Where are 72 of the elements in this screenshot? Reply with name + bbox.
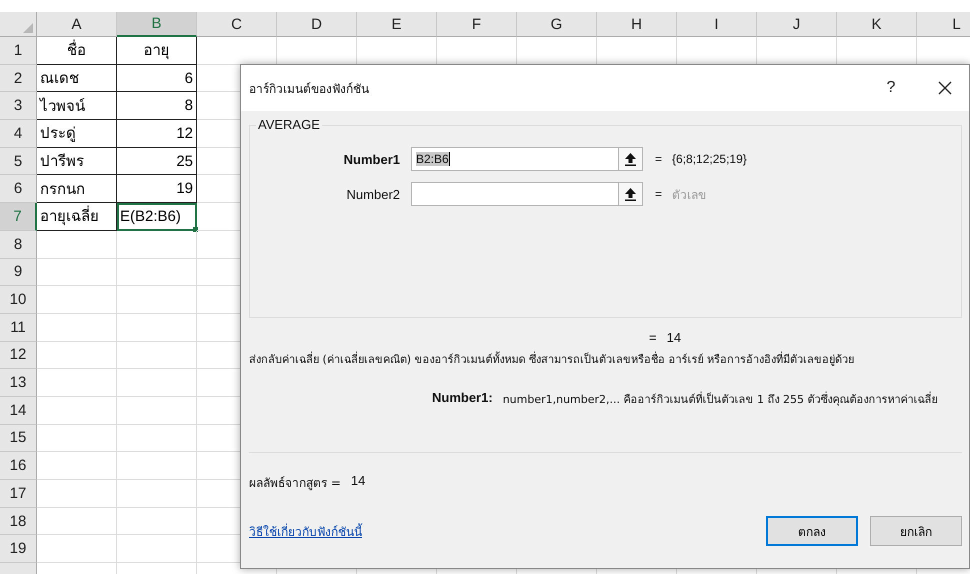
table-cell: กรกนก [37, 175, 117, 204]
table-cell: 12 [117, 120, 197, 148]
row-header[interactable]: 17 [0, 480, 37, 508]
row-header[interactable]: 1 [0, 37, 37, 65]
table-cell: อายุเฉลี่ย [37, 203, 117, 231]
table-cell: 19 [117, 175, 197, 204]
column-header[interactable]: F [437, 12, 517, 37]
argument-label: Number1 [342, 152, 401, 166]
row-header[interactable]: 6 [0, 175, 37, 204]
dialog-button[interactable]: ตกลง [766, 516, 858, 546]
row-header[interactable]: 11 [0, 314, 37, 342]
column-header[interactable]: C [197, 12, 277, 37]
function-result: 14 [666, 330, 682, 345]
collapse-button[interactable] [619, 147, 643, 171]
column-header[interactable]: A [37, 12, 117, 37]
row-header[interactable]: 9 [0, 258, 37, 286]
formula-result-value: 14 [350, 473, 366, 490]
table-cell: ประดู่ [37, 120, 117, 148]
row-header[interactable]: 18 [0, 508, 37, 536]
table-cell: E(B2:B6) [117, 203, 197, 231]
table-cell: ชื่อ [37, 37, 117, 65]
row-header[interactable]: 16 [0, 452, 37, 480]
help-link[interactable]: วิธีใช้เกี่ยวกับฟังก์ชันนี้ [249, 522, 362, 540]
table-cell: ปารีพร [37, 148, 117, 176]
row-header[interactable]: 12 [0, 342, 37, 370]
dialog-title: อาร์กิวเมนต์ของฟังก์ชัน [249, 80, 370, 98]
column-header[interactable]: D [277, 12, 357, 37]
row-header[interactable]: 8 [0, 230, 37, 258]
column-header[interactable]: E [357, 12, 437, 37]
dialog-button[interactable]: ยกเลิก [870, 516, 962, 546]
column-header[interactable]: G [517, 12, 597, 37]
column-header[interactable]: H [597, 12, 677, 37]
table-cell: ไวพจน์ [37, 92, 117, 120]
argument-help-text: number1,number2,... คืออาร์กิวเมนต์ที่เป็นตัวเลข 1 ถึง 255 ตัวซึ่งคุณต้องการหาค่าเฉลี่ย [502, 390, 938, 408]
equals-sign: = [649, 330, 657, 345]
row-header[interactable]: 10 [0, 286, 37, 314]
argument-field[interactable] [411, 182, 619, 206]
arrow-up-icon [625, 152, 636, 166]
row-header[interactable]: 2 [0, 64, 37, 92]
argument-help-label: Number1: [432, 390, 493, 405]
equals-sign: = [655, 152, 662, 166]
column-header[interactable]: B [117, 12, 197, 37]
function-description: ส่งกลับค่าเฉลี่ย (ค่าเฉลี่ยเลขคณิต) ของอาร์กิวเมนต์ทั้งหมด ซึ่งสามารถเป็นตัวเลขหรือชื่อ อาร์เรย์ หรือการอ้างอิงที่มีตัวเลขอยู่ด้วย [249, 350, 856, 368]
select-all-icon[interactable] [23, 23, 33, 33]
row-header[interactable]: 13 [0, 369, 37, 397]
formula-result-label: ผลลัพธ์จากสูตร = [249, 475, 341, 492]
arrow-up-icon [625, 188, 636, 200]
help-button[interactable]: ? [867, 68, 915, 108]
table-cell: 25 [117, 148, 197, 176]
column-header[interactable]: J [757, 12, 837, 37]
column-header[interactable]: I [677, 12, 757, 37]
table-cell: อายุ [117, 37, 197, 65]
close-icon [938, 81, 952, 95]
argument-result: ตัวเลข [672, 186, 706, 204]
row-header[interactable]: 7 [0, 203, 37, 231]
row-header[interactable]: 5 [0, 148, 37, 176]
table-cell: ณเดช [37, 64, 117, 92]
row-header[interactable]: 3 [0, 92, 37, 120]
row-header[interactable]: 15 [0, 424, 37, 452]
collapse-button[interactable] [619, 182, 643, 206]
row-header[interactable]: 4 [0, 120, 37, 148]
column-header[interactable]: L [917, 12, 970, 37]
argument-label: Number2 [346, 186, 401, 202]
row-header[interactable]: 14 [0, 396, 37, 425]
table-cell: 6 [117, 64, 197, 92]
argument-field[interactable]: B2:B6 [411, 147, 619, 171]
table-cell: 8 [117, 92, 197, 120]
column-header[interactable]: K [837, 12, 917, 37]
row-header[interactable]: 19 [0, 535, 37, 564]
argument-result: {6;8;12;25;19} [672, 152, 747, 166]
function-name: AVERAGE [256, 117, 322, 132]
equals-sign: = [655, 187, 662, 201]
